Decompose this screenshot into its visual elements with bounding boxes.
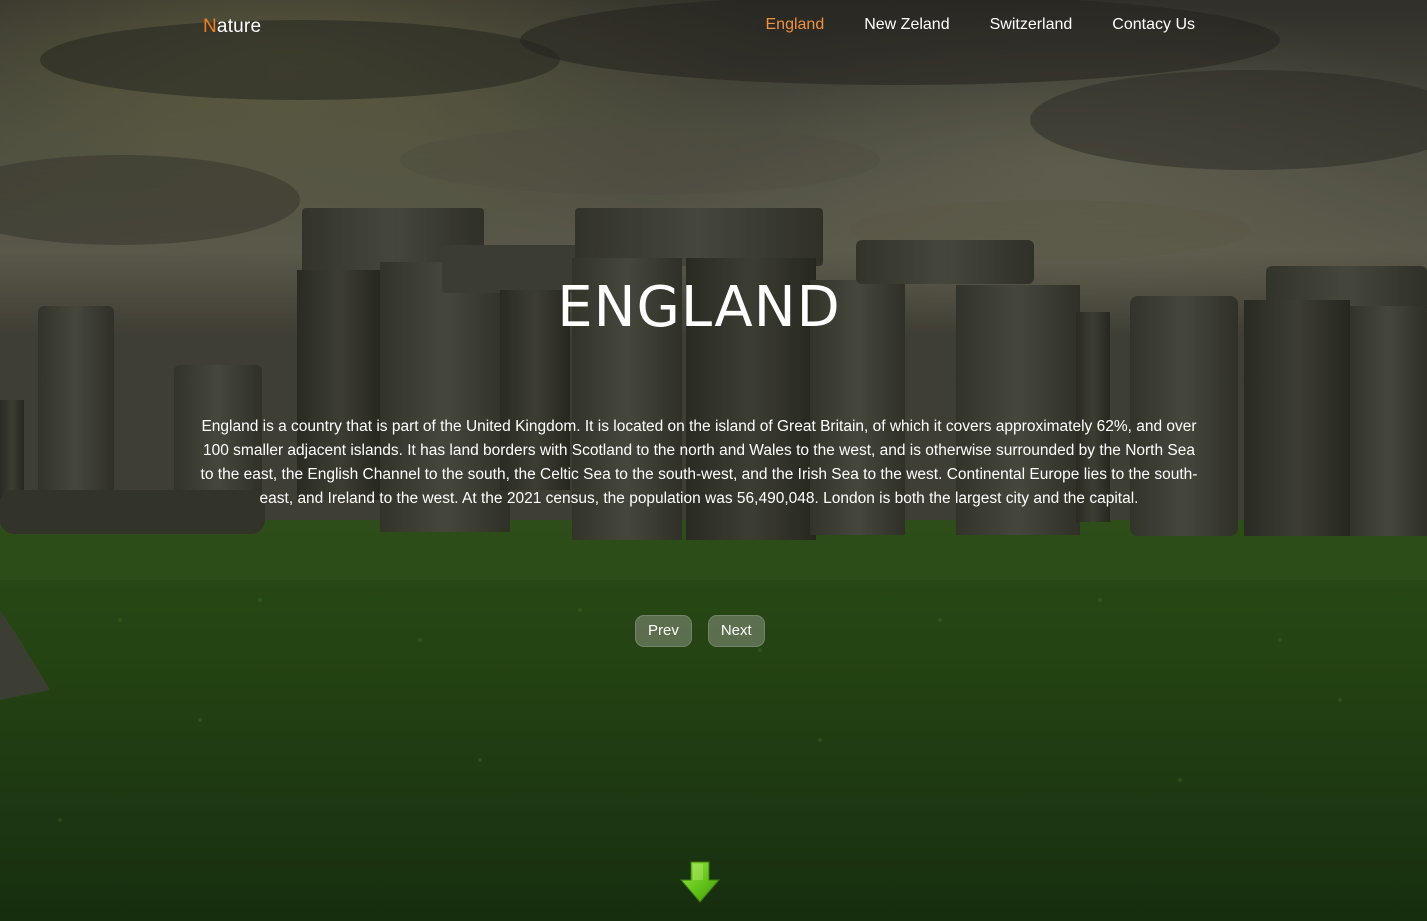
hero-description: England is a country that is part of the… [200,418,1198,507]
brand-logo[interactable]: Nature [203,16,261,38]
prev-button[interactable]: Prev [635,615,692,647]
down-arrow-icon[interactable] [679,860,721,904]
page: Nature England New Zeland Switzerland Co… [0,0,1427,921]
navbar: Nature England New Zeland Switzerland Co… [0,0,1427,50]
nav-link-switzerland[interactable]: Switzerland [990,16,1073,34]
nav-link-england[interactable]: England [766,16,825,34]
nav-link-new-zeland[interactable]: New Zeland [864,16,949,34]
brand-initial: N [203,16,217,37]
slider-controls: Prev Next [635,615,765,647]
nav-links: England New Zeland Switzerland Contacy U… [766,16,1196,34]
brand-name-rest: ature [216,16,262,37]
nav-link-contact-us[interactable]: Contacy Us [1112,16,1195,34]
hero-title: ENGLAND [557,275,841,340]
next-button[interactable]: Next [707,615,765,647]
